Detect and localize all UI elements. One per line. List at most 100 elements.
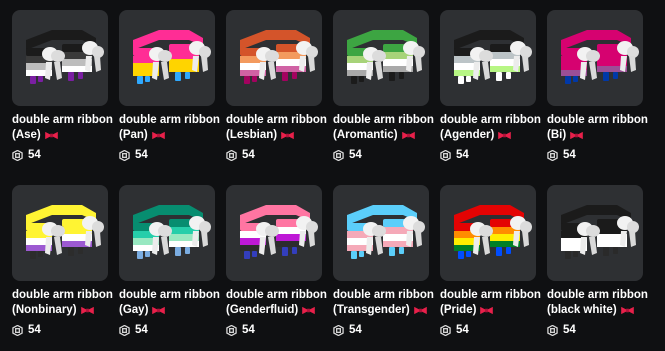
item-variant-row: (Gay) (119, 303, 215, 318)
catalog-item[interactable]: double arm ribbon (Gay) 54 (119, 185, 220, 345)
item-variant: (black white) (547, 304, 617, 316)
item-variant: (Genderfluid) (226, 304, 299, 316)
item-variant: (Gay) (119, 304, 149, 316)
robux-icon (12, 324, 23, 336)
ribbon-image (240, 205, 318, 259)
robux-icon (12, 149, 23, 161)
robux-icon (226, 324, 237, 336)
catalog-item[interactable]: double arm ribbon (Agender) 54 (440, 10, 541, 170)
catalog-item[interactable]: double arm ribbon (Nonbinary) 54 (12, 185, 113, 345)
ribbon-icon (413, 306, 427, 315)
item-thumbnail[interactable] (440, 10, 536, 106)
item-variant: (Agender) (440, 129, 495, 141)
ribbon-icon (498, 131, 512, 140)
robux-icon (119, 324, 130, 336)
item-price: 54 (440, 324, 536, 336)
item-thumbnail[interactable] (333, 185, 429, 281)
item-variant-row: (Ase) (12, 128, 108, 143)
item-thumbnail[interactable] (333, 10, 429, 106)
price-value: 54 (349, 149, 362, 161)
item-variant-row: (Aromantic) (333, 128, 429, 143)
item-variant: (Lesbian) (226, 129, 278, 141)
item-variant: (Ase) (12, 129, 41, 141)
ribbon-image (347, 30, 425, 84)
ribbon-image (133, 30, 211, 84)
item-name[interactable]: double arm ribbon (226, 113, 327, 128)
ribbon-icon (80, 306, 94, 315)
robux-icon (440, 324, 451, 336)
item-thumbnail[interactable] (12, 10, 108, 106)
item-thumbnail[interactable] (119, 185, 215, 281)
item-variant: (Pride) (440, 304, 477, 316)
ribbon-image (561, 205, 639, 259)
robux-icon (226, 149, 237, 161)
item-thumbnail[interactable] (440, 185, 536, 281)
item-variant: (Pan) (119, 129, 148, 141)
ribbon-image (454, 30, 532, 84)
catalog-item[interactable]: double arm ribbon (black white) 54 (547, 185, 648, 345)
item-price: 54 (12, 324, 108, 336)
item-thumbnail[interactable] (12, 185, 108, 281)
ribbon-image (26, 205, 104, 259)
item-name[interactable]: double arm ribbon (226, 288, 327, 303)
item-variant: (Nonbinary) (12, 304, 77, 316)
item-variant-row: (Nonbinary) (12, 303, 108, 318)
item-thumbnail[interactable] (226, 10, 322, 106)
item-price: 54 (119, 324, 215, 336)
item-price: 54 (333, 324, 429, 336)
catalog-item[interactable]: double arm ribbon (Pride) 54 (440, 185, 541, 345)
price-value: 54 (563, 324, 576, 336)
catalog-item[interactable]: double arm ribbon (Bi) 54 (547, 10, 648, 170)
item-thumbnail[interactable] (547, 10, 643, 106)
item-name[interactable]: double arm ribbon (119, 288, 220, 303)
catalog-item[interactable]: double arm ribbon (Aromantic) 54 (333, 10, 434, 170)
item-variant-row: (Genderfluid) (226, 303, 322, 318)
robux-icon (119, 149, 130, 161)
catalog-item[interactable]: double arm ribbon (Genderfluid) 54 (226, 185, 327, 345)
catalog-item[interactable]: double arm ribbon (Pan) 54 (119, 10, 220, 170)
price-value: 54 (563, 149, 576, 161)
item-name[interactable]: double arm ribbon (119, 113, 220, 128)
ribbon-icon (401, 131, 415, 140)
item-name[interactable]: double arm ribbon (547, 113, 648, 128)
item-variant-row: (Lesbian) (226, 128, 322, 143)
ribbon-image (240, 30, 318, 84)
robux-icon (547, 149, 558, 161)
robux-icon (547, 324, 558, 336)
ribbon-image (26, 30, 104, 84)
ribbon-image (133, 205, 211, 259)
item-name[interactable]: double arm ribbon (333, 113, 434, 128)
price-value: 54 (456, 149, 469, 161)
item-variant: (Transgender) (333, 304, 410, 316)
price-value: 54 (135, 149, 148, 161)
item-price: 54 (333, 149, 429, 161)
robux-icon (333, 149, 344, 161)
price-value: 54 (456, 324, 469, 336)
price-value: 54 (28, 149, 41, 161)
item-name[interactable]: double arm ribbon (12, 288, 113, 303)
item-name[interactable]: double arm ribbon (333, 288, 434, 303)
catalog-grid: double arm ribbon (Ase) 54 double arm ribbo… (12, 10, 652, 345)
item-variant-row: (Pride) (440, 303, 536, 318)
item-variant: (Aromantic) (333, 129, 398, 141)
robux-icon (440, 149, 451, 161)
item-name[interactable]: double arm ribbon (547, 288, 648, 303)
item-name[interactable]: double arm ribbon (440, 113, 541, 128)
catalog-item[interactable]: double arm ribbon (Transgender) 54 (333, 185, 434, 345)
ribbon-icon (570, 131, 583, 140)
item-name[interactable]: double arm ribbon (12, 113, 113, 128)
item-name[interactable]: double arm ribbon (440, 288, 541, 303)
price-value: 54 (242, 324, 255, 336)
item-variant-row: (black white) (547, 303, 643, 318)
catalog-item[interactable]: double arm ribbon (Lesbian) 54 (226, 10, 327, 170)
item-price: 54 (119, 149, 215, 161)
item-thumbnail[interactable] (226, 185, 322, 281)
ribbon-image (347, 205, 425, 259)
item-thumbnail[interactable] (547, 185, 643, 281)
item-price: 54 (440, 149, 536, 161)
catalog-item[interactable]: double arm ribbon (Ase) 54 (12, 10, 113, 170)
robux-icon (333, 324, 344, 336)
item-variant-row: (Agender) (440, 128, 536, 143)
item-variant-row: (Transgender) (333, 303, 429, 318)
item-thumbnail[interactable] (119, 10, 215, 106)
